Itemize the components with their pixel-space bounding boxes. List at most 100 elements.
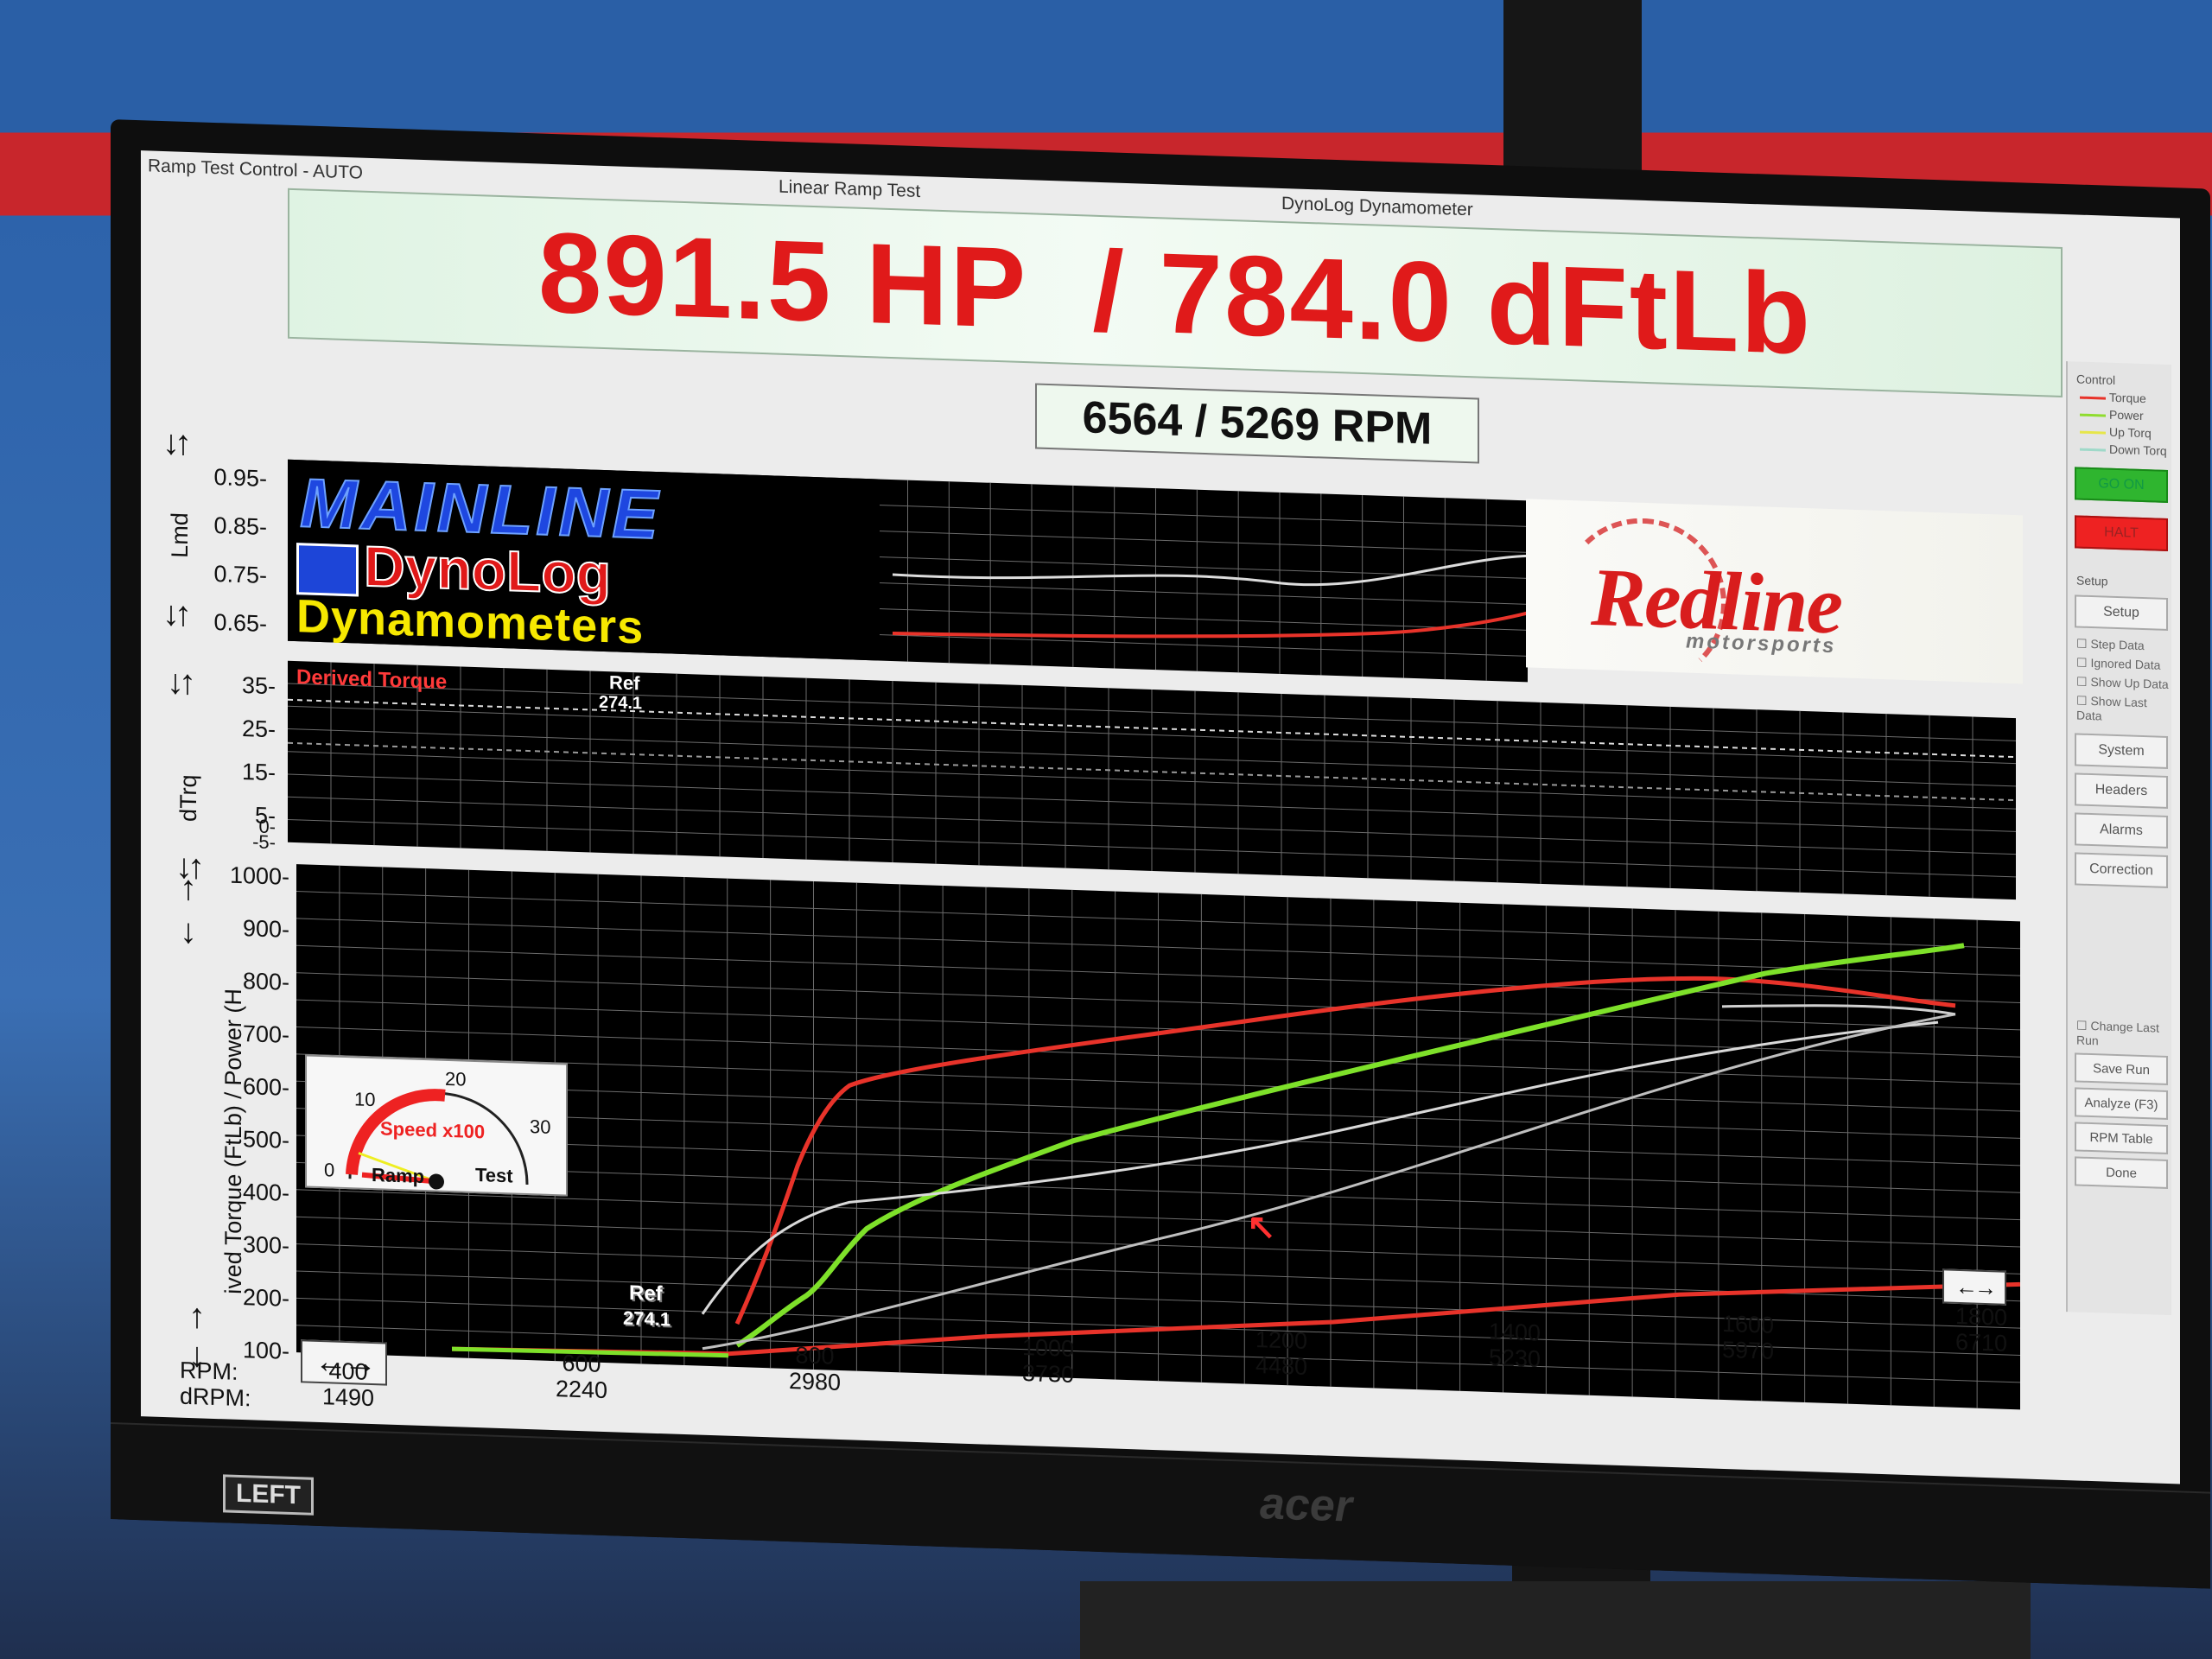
- test-mode-title: Linear Ramp Test: [779, 176, 921, 202]
- torque-curve: [734, 976, 1956, 1325]
- x-tick-drpm: 2240: [555, 1376, 608, 1404]
- sidebar-lower-button[interactable]: Save Run: [2075, 1052, 2168, 1085]
- sidebar-lower-button[interactable]: RPM Table: [2075, 1122, 2168, 1154]
- checkbox-icon: ☐: [2076, 636, 2091, 652]
- setup-title: Setup: [2076, 573, 2108, 588]
- legend-label: Torque: [2109, 390, 2146, 406]
- dyno-screen: Ramp Test Control - AUTO Linear Ramp Tes…: [141, 150, 2180, 1484]
- checkbox-icon: ☐: [2076, 655, 2091, 671]
- speed-gauge: 0 10 20 30 Speed x100 Ramp Test: [305, 1054, 568, 1197]
- sidebar-button[interactable]: Correction: [2075, 852, 2168, 888]
- dtrq-ref-value: 274.1: [599, 692, 643, 714]
- gauge-tick-0: 0: [324, 1159, 335, 1181]
- control-sidebar: Control Torque Power Up Torq Down Torq GO O…: [2066, 361, 2171, 1316]
- legend-swatch: [2080, 413, 2106, 417]
- legend-label: Up Torq: [2109, 424, 2152, 441]
- dynolog-mark-icon: [296, 542, 359, 597]
- dynamometers-wordmark: Dynamometers: [296, 590, 645, 654]
- lmd-tick-label: 0.65-: [213, 608, 267, 638]
- legend-item: Up Torq: [2080, 424, 2152, 441]
- gauge-tick-30: 30: [530, 1116, 551, 1138]
- window-title: Ramp Test Control - AUTO: [148, 156, 363, 183]
- dtrq-panel: Derived Torque Ref 274.1: [288, 660, 2016, 900]
- x-tick-drpm: 5230: [1488, 1344, 1541, 1372]
- sidebar-lower-button[interactable]: Done: [2075, 1156, 2168, 1189]
- legend-label: Down Torq: [2109, 442, 2167, 458]
- dtrq-ref-label: Ref: [609, 671, 640, 695]
- reference-curve-upper: [701, 1020, 1939, 1315]
- legend-swatch: [2080, 448, 2106, 452]
- ceiling-pole: [1503, 0, 1642, 190]
- main-tick-label: 400-: [242, 1179, 289, 1206]
- dtrq-tick-label: 15-: [241, 759, 276, 786]
- monitor-stand-base: [1080, 1581, 2031, 1659]
- redline-motorsports-logo: Redline motorsports: [1526, 499, 2023, 688]
- dtrq-tick-label: 35-: [241, 672, 276, 700]
- scroll-left-right-button-right[interactable]: ←→: [1942, 1268, 2006, 1306]
- rpm-row-label: RPM:: [180, 1357, 238, 1385]
- legend-item: Power: [2080, 407, 2144, 423]
- setup-checkbox[interactable]: ☐ Show Up Data: [2076, 674, 2169, 692]
- x-tick-drpm: 5970: [1721, 1336, 1775, 1364]
- gauge-label: Speed x100: [380, 1117, 486, 1143]
- gauge-ramp-label: Ramp: [372, 1164, 425, 1188]
- main-scale-up-arrow[interactable]: ↑: [180, 869, 192, 908]
- mainline-dynolog-logo: MAINLINE DynoLog Dynamometers: [288, 459, 880, 661]
- x-tick-drpm: 6710: [1955, 1328, 2008, 1357]
- legend-swatch: [2080, 430, 2106, 435]
- legend-swatch: [2080, 396, 2106, 400]
- monitor: Ramp Test Control - AUTO Linear Ramp Tes…: [111, 119, 2210, 1589]
- gauge-tick-10: 10: [354, 1088, 376, 1111]
- legend-item: Torque: [2080, 390, 2146, 406]
- reference-torque-curve: [1721, 1004, 1956, 1016]
- main-tick-label: 200-: [242, 1284, 289, 1312]
- main-ref-label: Ref: [629, 1281, 663, 1306]
- main-tick-label: 1000-: [229, 861, 289, 890]
- main-tick-label: 300-: [242, 1231, 289, 1259]
- lmd-tick-label: 0.75-: [213, 560, 267, 589]
- setup-checkbox[interactable]: ☐ Step Data: [2076, 636, 2145, 653]
- main-tick-label: 600-: [242, 1073, 289, 1101]
- lmd-scale-up-down-arrows-lower[interactable]: ↓↑: [162, 594, 187, 634]
- legend-item: Down Torq: [2080, 442, 2167, 458]
- sidebar-buttons: System Headers Alarms Correction: [2068, 361, 2171, 888]
- main-tick-label: 800-: [242, 968, 289, 995]
- main-tick-label: 700-: [242, 1020, 289, 1048]
- checkbox-icon: ☐: [2076, 674, 2091, 690]
- legend: Torque Power Up Torq Down Torq: [2068, 361, 2171, 458]
- sidebar-button[interactable]: System: [2075, 733, 2168, 769]
- lmd-tick-label: 0.85-: [213, 512, 267, 541]
- sidebar-lower-button[interactable]: Analyze (F3): [2075, 1087, 2168, 1120]
- lmd-axis-label: Lmd: [167, 512, 193, 559]
- lmd-scale-up-down-arrows[interactable]: ↓↑: [162, 423, 187, 463]
- dtrq-tick-label: -5-: [252, 830, 276, 854]
- sidebar-lower-buttons: Save Run Analyze (F3) RPM Table Done: [2068, 361, 2171, 1189]
- cursor-pointer-icon: ↖: [1247, 1207, 1276, 1247]
- drpm-row-label: dRPM:: [180, 1382, 251, 1412]
- sidebar-button[interactable]: Alarms: [2075, 812, 2168, 849]
- checkbox-label: Step Data: [2090, 637, 2145, 653]
- control-title: Control: [2076, 372, 2116, 387]
- rpm-readout: 6564 / 5269 RPM: [1035, 383, 1479, 464]
- redline-subtitle: motorsports: [1686, 629, 1837, 658]
- go-on-button[interactable]: GO ON: [2075, 467, 2168, 503]
- lmd-reference-trace: [892, 554, 1528, 587]
- x-tick-drpm: 1490: [321, 1383, 375, 1412]
- main-ref-value: 274.1: [623, 1306, 671, 1331]
- setup-checkbox[interactable]: ☐ Ignored Data: [2076, 655, 2160, 672]
- checkbox-label: Show Up Data: [2090, 675, 2169, 692]
- setup-checkbox[interactable]: ☐ Show Last Data: [2076, 693, 2171, 725]
- legend-label: Power: [2109, 407, 2144, 423]
- dtrq-scale-up-down-arrows[interactable]: ↓↑: [167, 663, 191, 702]
- checkbox-icon: ☐: [2076, 693, 2091, 709]
- setup-button[interactable]: Setup: [2075, 594, 2168, 631]
- derived-torque-label: Derived Torque: [296, 665, 448, 694]
- monitor-brand: acer: [1260, 1478, 1352, 1532]
- sidebar-button[interactable]: Headers: [2075, 772, 2168, 809]
- change-last-run-checkbox[interactable]: ☐ Change Last Run: [2076, 1018, 2171, 1050]
- dtrq-tick-label: 25-: [241, 715, 276, 743]
- main-scale-down-arrow[interactable]: ↓: [180, 912, 192, 951]
- halt-button[interactable]: HALT: [2075, 515, 2168, 551]
- power-torque-banner: 891.5 HP / 784.0 dFtLb: [288, 188, 2063, 397]
- main-offset-up-arrow[interactable]: ↑: [188, 1297, 200, 1336]
